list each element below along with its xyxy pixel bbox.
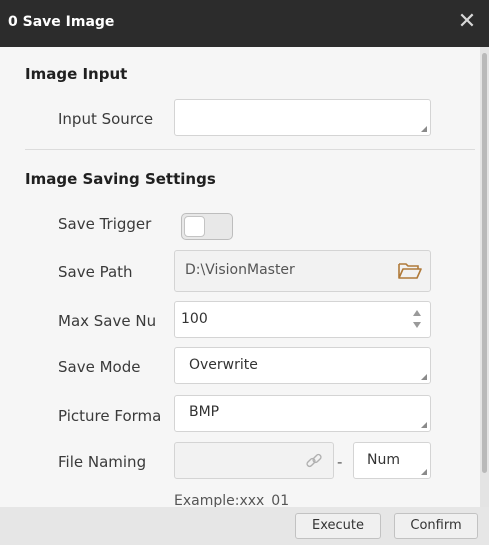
save-path-field[interactable]: D:\VisionMaster <box>174 250 431 292</box>
resize-corner-icon <box>421 422 427 428</box>
dialog-footer: Execute Confirm <box>0 507 489 545</box>
link-icon[interactable] <box>305 452 323 470</box>
max-save-num-label: Max Save Nu <box>58 312 157 330</box>
save-path-label: Save Path <box>58 263 133 281</box>
max-save-num-value: 100 <box>181 311 208 327</box>
picture-format-value: BMP <box>189 404 220 420</box>
save-mode-value: Overwrite <box>189 357 258 373</box>
file-naming-field[interactable] <box>174 442 334 479</box>
title-bar: 0 Save Image ✕ <box>0 0 489 47</box>
picture-format-label: Picture Forma <box>58 407 162 425</box>
save-image-dialog: 0 Save Image ✕ Image Input Input Source … <box>0 0 489 545</box>
dialog-title: 0 Save Image <box>8 14 115 30</box>
section-image-input: Image Input <box>25 65 128 83</box>
resize-corner-icon <box>421 469 427 475</box>
scrollbar-thumb[interactable] <box>482 53 487 473</box>
vertical-scrollbar[interactable] <box>480 47 489 507</box>
section-divider <box>25 149 475 150</box>
confirm-button[interactable]: Confirm <box>394 513 478 539</box>
save-mode-label: Save Mode <box>58 358 141 376</box>
file-naming-suffix-value: Num <box>367 452 400 468</box>
save-trigger-label: Save Trigger <box>58 215 152 233</box>
close-icon[interactable]: ✕ <box>453 8 481 36</box>
save-trigger-toggle[interactable] <box>181 213 233 240</box>
max-save-num-stepper[interactable]: 100 <box>174 301 431 338</box>
input-source-select[interactable] <box>174 99 431 136</box>
save-path-value: D:\VisionMaster <box>185 262 295 278</box>
picture-format-select[interactable]: BMP <box>174 395 431 432</box>
file-naming-suffix-select[interactable]: Num <box>353 442 431 479</box>
file-naming-label: File Naming <box>58 453 147 471</box>
folder-icon[interactable] <box>397 261 423 281</box>
section-image-saving: Image Saving Settings <box>25 170 216 188</box>
stepper-arrows[interactable] <box>412 310 422 330</box>
resize-corner-icon <box>421 374 427 380</box>
resize-corner-icon <box>421 126 427 132</box>
chevron-up-icon[interactable] <box>413 310 421 316</box>
chevron-down-icon[interactable] <box>413 322 421 328</box>
input-source-label: Input Source <box>58 110 154 128</box>
naming-separator: - <box>337 453 343 471</box>
save-mode-select[interactable]: Overwrite <box>174 347 431 384</box>
execute-button[interactable]: Execute <box>295 513 381 539</box>
dialog-content: Image Input Input Source Image Saving Se… <box>0 47 480 507</box>
toggle-knob <box>184 216 205 237</box>
